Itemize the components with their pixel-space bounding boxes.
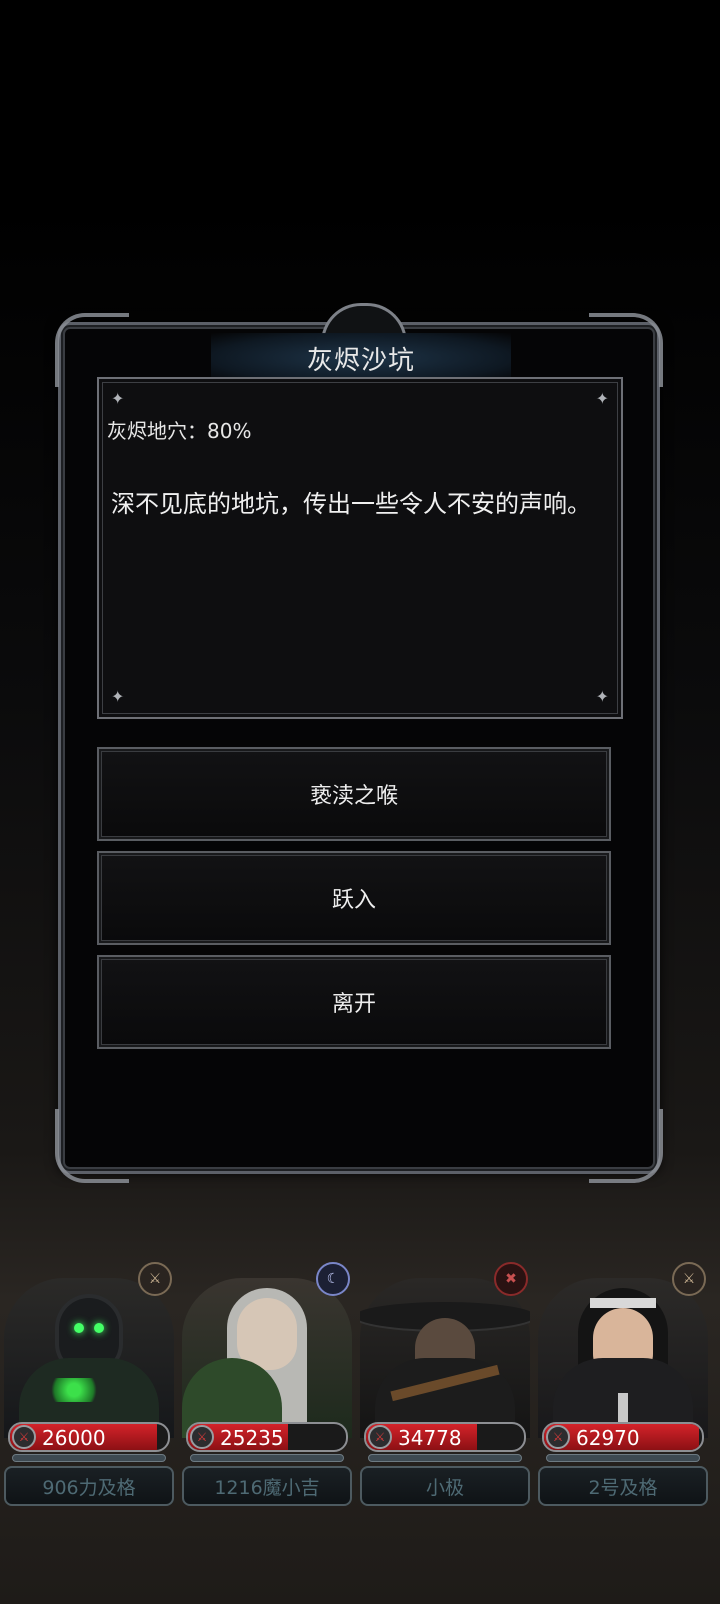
hp-bar: ⚔ 26000 xyxy=(8,1422,170,1452)
dialog-title: 灰烬沙坑 xyxy=(306,345,415,376)
hero-name-plate[interactable]: 906力及格 xyxy=(4,1466,174,1506)
sparkle-icon: ✦ xyxy=(111,389,125,408)
rogue-emblem-icon: ✖ xyxy=(494,1262,528,1296)
hero-name: 906力及格 xyxy=(42,1476,136,1499)
hp-bar: ⚔ 25235 xyxy=(186,1422,348,1452)
hero-portrait xyxy=(4,1278,174,1438)
choice-button-1[interactable]: 亵渎之喉 xyxy=(97,747,611,841)
hero-name-plate[interactable]: 小极 xyxy=(360,1466,530,1506)
resource-bar xyxy=(368,1454,522,1462)
sparkle-icon: ✦ xyxy=(111,687,125,706)
sparkle-icon: ✦ xyxy=(595,389,609,408)
frame-ornament xyxy=(55,313,129,387)
beast-emblem-icon: ⚔ xyxy=(138,1262,172,1296)
hero-card-4[interactable]: ⚔ ⚔ 62970 2号及格 xyxy=(534,1258,712,1558)
hero-portrait xyxy=(182,1278,352,1438)
hp-bar: ⚔ 62970 xyxy=(542,1422,704,1452)
hero-name-plate[interactable]: 1216魔小吉 xyxy=(182,1466,352,1506)
hero-card-3[interactable]: ✖ ⚔ 34778 小极 xyxy=(356,1258,534,1558)
hp-value: 34778 xyxy=(398,1426,462,1450)
sword-icon: ⚔ xyxy=(12,1425,36,1449)
resource-bar xyxy=(12,1454,166,1462)
sword-icon: ⚔ xyxy=(190,1425,214,1449)
resource-bar xyxy=(190,1454,344,1462)
hero-name: 2号及格 xyxy=(588,1476,658,1499)
sword-icon: ⚔ xyxy=(546,1425,570,1449)
location-progress: 灰烬地穴：80% xyxy=(107,419,252,443)
event-description: 深不见底的地坑，传出一些令人不安的声响。 xyxy=(111,490,591,518)
description-panel: ✦ ✦ ✦ ✦ 灰烬地穴：80% 深不见底的地坑，传出一些令人不安的声响。 xyxy=(97,377,623,719)
hero-name: 小极 xyxy=(425,1476,464,1499)
event-dialog: 灰烬沙坑 ✦ ✦ ✦ ✦ 灰烬地穴：80% 深不见底的地坑，传出一些令人不安的声… xyxy=(55,303,663,1183)
sword-icon: ⚔ xyxy=(368,1425,392,1449)
hp-value: 26000 xyxy=(42,1426,106,1450)
dialog-title-bar: 灰烬沙坑 xyxy=(211,333,511,383)
game-screen: 灰烬沙坑 ✦ ✦ ✦ ✦ 灰烬地穴：80% 深不见底的地坑，传出一些令人不安的声… xyxy=(0,0,720,1604)
hero-card-1[interactable]: ⚔ ⚔ 26000 906力及格 xyxy=(0,1258,178,1558)
party-bar: ⚔ ⚔ 26000 906力及格 ☾ ⚔ 25235 1216魔小吉 ✖ ⚔ 3… xyxy=(0,1258,720,1558)
resource-bar xyxy=(546,1454,700,1462)
hero-name: 1216魔小吉 xyxy=(214,1476,320,1499)
frame-ornament xyxy=(589,313,663,387)
hp-value: 62970 xyxy=(576,1426,640,1450)
hp-bar: ⚔ 34778 xyxy=(364,1422,526,1452)
hero-portrait xyxy=(360,1278,530,1438)
frame-ornament xyxy=(55,1109,129,1183)
choice-button-3[interactable]: 离开 xyxy=(97,955,611,1049)
hero-card-2[interactable]: ☾ ⚔ 25235 1216魔小吉 xyxy=(178,1258,356,1558)
beast-emblem-icon: ⚔ xyxy=(672,1262,706,1296)
hero-portrait xyxy=(538,1278,708,1438)
hp-value: 25235 xyxy=(220,1426,284,1450)
sparkle-icon: ✦ xyxy=(595,687,609,706)
hero-name-plate[interactable]: 2号及格 xyxy=(538,1466,708,1506)
mage-emblem-icon: ☾ xyxy=(316,1262,350,1296)
frame-ornament xyxy=(589,1109,663,1183)
choice-button-2[interactable]: 跃入 xyxy=(97,851,611,945)
